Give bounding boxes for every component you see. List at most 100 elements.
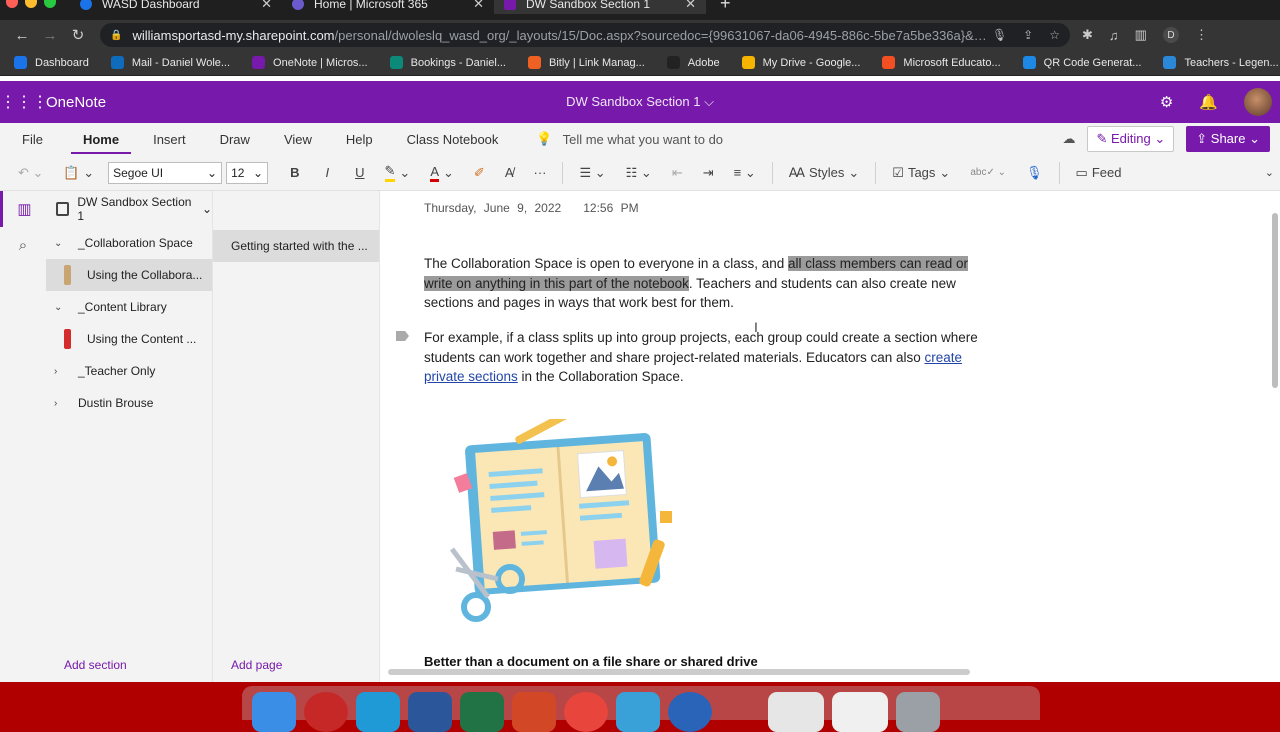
paragraph-handle-icon[interactable] — [396, 331, 409, 341]
word-icon[interactable] — [408, 692, 452, 732]
font-size-select[interactable]: 12 ⌄ — [226, 161, 269, 184]
app-name[interactable]: OneNote — [46, 94, 106, 111]
more-options-icon[interactable]: ··· — [523, 165, 556, 180]
align-icon[interactable]: ≡ ⌄ — [724, 165, 766, 181]
bookmark-item[interactable]: Adobe — [653, 56, 728, 69]
creative-cloud-icon[interactable] — [356, 692, 400, 732]
tab-class-notebook[interactable]: Class Notebook — [395, 132, 511, 147]
tab-insert[interactable]: Insert — [141, 132, 198, 147]
spelling-icon[interactable]: abc✓ ⌄ — [960, 167, 1016, 178]
paragraph-2[interactable]: For example, if a class splits up into g… — [424, 328, 979, 387]
bookmark-item[interactable]: Microsoft Educato... — [868, 56, 1008, 69]
underline-button[interactable]: U — [345, 165, 374, 180]
close-tab-icon[interactable]: ✕ — [261, 0, 272, 12]
bullets-icon[interactable]: ☰ ⌄ — [569, 165, 615, 181]
screenflow-icon[interactable] — [616, 692, 660, 732]
clear-formatting-icon[interactable]: A̸ — [495, 165, 524, 180]
paste-clipboard-icon[interactable]: 📋 ⌄ — [53, 165, 104, 181]
bookmark-item[interactable]: Dashboard — [0, 56, 97, 69]
bookmark-item[interactable]: Teachers - Legen... — [1149, 56, 1280, 69]
powerpoint-icon[interactable] — [512, 692, 556, 732]
add-page-button[interactable]: Add page — [231, 658, 282, 672]
highlight-icon[interactable]: ✎ ⌄ — [375, 163, 421, 182]
browser-tab-1[interactable]: WASD Dashboard ✕ — [70, 0, 282, 14]
italic-button[interactable]: I — [316, 165, 340, 180]
section-group[interactable]: ⌄ _Collaboration Space — [46, 227, 212, 259]
outdent-icon[interactable]: ⇤ — [662, 165, 693, 181]
tags-button[interactable]: ☑ Tags ⌄ — [882, 165, 960, 181]
section-group[interactable]: › _Teacher Only — [46, 355, 212, 387]
bold-button[interactable]: B — [280, 165, 309, 180]
editing-mode-button[interactable]: ✎ Editing ⌄ — [1087, 126, 1175, 152]
close-tab-icon[interactable]: ✕ — [685, 0, 696, 12]
bookmark-item[interactable]: Bookings - Daniel... — [376, 56, 514, 69]
indent-icon[interactable]: ⇥ — [693, 165, 724, 181]
reload-icon[interactable]: ↻ — [64, 26, 92, 44]
paragraph-1[interactable]: The Collaboration Space is open to every… — [424, 254, 979, 313]
share-button[interactable]: ⇪ Share ⌄ — [1186, 126, 1270, 152]
back-icon[interactable]: ← — [8, 27, 36, 44]
profile-avatar[interactable]: D — [1162, 27, 1179, 43]
dock-window-preview[interactable] — [832, 692, 888, 732]
styles-button[interactable]: Ꜳ Styles ⌄ — [779, 165, 870, 181]
tab-help[interactable]: Help — [334, 132, 385, 147]
section-item[interactable]: Using the Content ... — [46, 323, 212, 355]
bookmark-item[interactable]: Bitly | Link Manag... — [514, 56, 653, 69]
tab-home[interactable]: Home — [70, 125, 132, 154]
notebooks-library-icon[interactable]: ▥ — [0, 191, 46, 227]
tab-view[interactable]: View — [272, 132, 324, 147]
bookmark-item[interactable]: Mail - Daniel Wole... — [97, 56, 238, 69]
chevron-down-icon[interactable]: ⌄ — [54, 238, 78, 249]
forward-icon[interactable]: → — [36, 27, 64, 44]
browser-tab-2[interactable]: Home | Microsoft 365 ✕ — [282, 0, 494, 14]
vertical-scrollbar[interactable] — [1272, 213, 1278, 388]
add-section-button[interactable]: Add section — [64, 658, 127, 672]
feed-button[interactable]: ▭ Feed — [1066, 165, 1132, 181]
new-tab-button[interactable]: + — [706, 0, 731, 14]
extensions-puzzle-icon[interactable]: ✱ — [1082, 27, 1093, 43]
notebook-selector[interactable]: DW Sandbox Section 1 ⌄ — [46, 191, 212, 227]
font-family-select[interactable]: Segoe UI ⌄ — [108, 161, 223, 184]
sync-cloud-icon[interactable]: ☁ — [1062, 131, 1075, 147]
school-app-icon[interactable] — [304, 692, 348, 732]
minimize-window-button[interactable] — [25, 0, 37, 8]
horizontal-scrollbar[interactable] — [388, 669, 970, 675]
notifications-bell-icon[interactable]: 🔔 — [1199, 93, 1218, 111]
quicktime-icon[interactable] — [668, 692, 712, 732]
page-item-selected[interactable]: Getting started with the ... — [213, 230, 379, 262]
undo-icon[interactable]: ↶ ⌄ — [0, 165, 53, 181]
chevron-right-icon[interactable]: › — [54, 366, 78, 377]
close-tab-icon[interactable]: ✕ — [473, 0, 484, 12]
tab-file[interactable]: File — [0, 132, 55, 147]
search-icon[interactable]: ⌕ — [0, 227, 46, 263]
chevron-down-icon[interactable]: ⌄ — [54, 302, 78, 313]
url-bar[interactable]: 🔒 williamsportasd-my.sharepoint.com /per… — [100, 23, 1070, 47]
bookmark-item[interactable]: OneNote | Micros... — [238, 56, 376, 69]
side-panel-icon[interactable]: ▥ — [1135, 27, 1147, 43]
tell-me-search[interactable]: 💡 Tell me what you want to do — [536, 131, 723, 147]
zoom-window-button[interactable] — [44, 0, 56, 8]
collapse-ribbon-icon[interactable]: ⌄ — [1265, 166, 1280, 179]
page-canvas[interactable]: Thursday, June 9, 2022 12:56 PM The Coll… — [380, 191, 1280, 682]
dock-window-preview[interactable] — [768, 692, 824, 732]
chevron-right-icon[interactable]: › — [54, 398, 78, 409]
chrome-icon[interactable] — [564, 692, 608, 732]
document-title[interactable]: DW Sandbox Section 1 ⌵ — [0, 94, 1280, 110]
app-launcher-icon[interactable]: ⋮⋮⋮ — [0, 92, 48, 112]
finder-icon[interactable] — [252, 692, 296, 732]
user-avatar[interactable] — [1244, 88, 1272, 116]
section-group[interactable]: › Dustin Brouse — [46, 387, 212, 419]
tab-draw[interactable]: Draw — [208, 132, 262, 147]
font-color-icon[interactable]: A ⌄ — [420, 164, 464, 182]
close-window-button[interactable] — [6, 0, 18, 8]
bookmark-star-icon[interactable]: ☆ — [1049, 28, 1060, 42]
browser-tab-3-active[interactable]: DW Sandbox Section 1 ✕ — [494, 0, 706, 14]
excel-icon[interactable] — [460, 692, 504, 732]
trash-icon[interactable] — [896, 692, 940, 732]
section-item[interactable]: Using the Collabora... — [46, 259, 212, 291]
media-controls-icon[interactable]: ♫ — [1109, 28, 1119, 43]
format-painter-icon[interactable]: ✐ — [464, 165, 495, 181]
settings-gear-icon[interactable]: ⚙ — [1160, 93, 1173, 111]
bookmark-item[interactable]: My Drive - Google... — [728, 56, 869, 69]
section-group[interactable]: ⌄ _Content Library — [46, 291, 212, 323]
